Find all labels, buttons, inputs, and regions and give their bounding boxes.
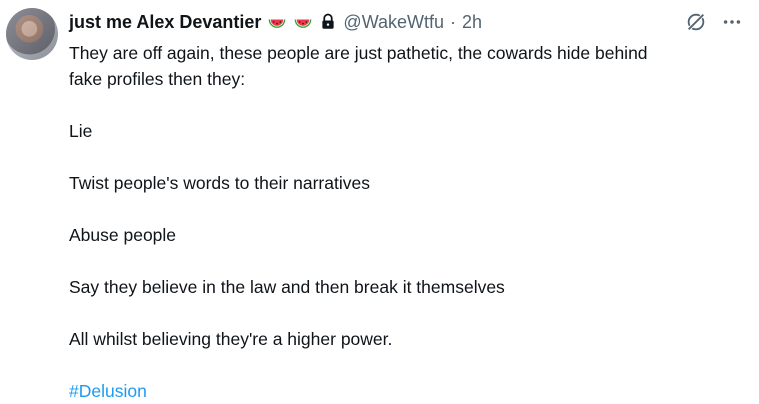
author-handle[interactable]: @WakeWtfu	[343, 10, 444, 34]
avatar[interactable]	[6, 8, 58, 60]
author-name[interactable]: just me Alex Devantier	[69, 10, 261, 34]
watermelon-icon	[269, 19, 286, 28]
post-line: fake profiles then they:	[69, 69, 246, 89]
watermelon-icon	[295, 19, 312, 28]
tweet: just me Alex Devantier @WakeWtfu · 2h Th…	[0, 0, 759, 403]
lock-icon	[322, 13, 335, 29]
more-options-button[interactable]	[721, 11, 743, 33]
post-line: Lie	[69, 121, 93, 141]
tweet-text: They are off again, these people are jus…	[69, 40, 745, 404]
tweet-header: just me Alex Devantier @WakeWtfu · 2h	[69, 10, 482, 34]
post-line: Twist people's words to their narratives	[69, 173, 370, 193]
separator-dot: ·	[450, 12, 457, 32]
post-line: They are off again, these people are jus…	[69, 43, 648, 63]
post-time[interactable]: 2h	[462, 10, 482, 34]
more-icon	[723, 20, 741, 24]
post-line: Abuse people	[69, 225, 177, 245]
post-line: Say they believe in the law and then bre…	[69, 277, 505, 297]
post-line: All whilst believing they're a higher po…	[69, 329, 393, 349]
grok-icon[interactable]	[685, 11, 707, 33]
tweet-actions	[685, 10, 743, 34]
hashtag-link[interactable]: #Delusion	[69, 381, 147, 401]
